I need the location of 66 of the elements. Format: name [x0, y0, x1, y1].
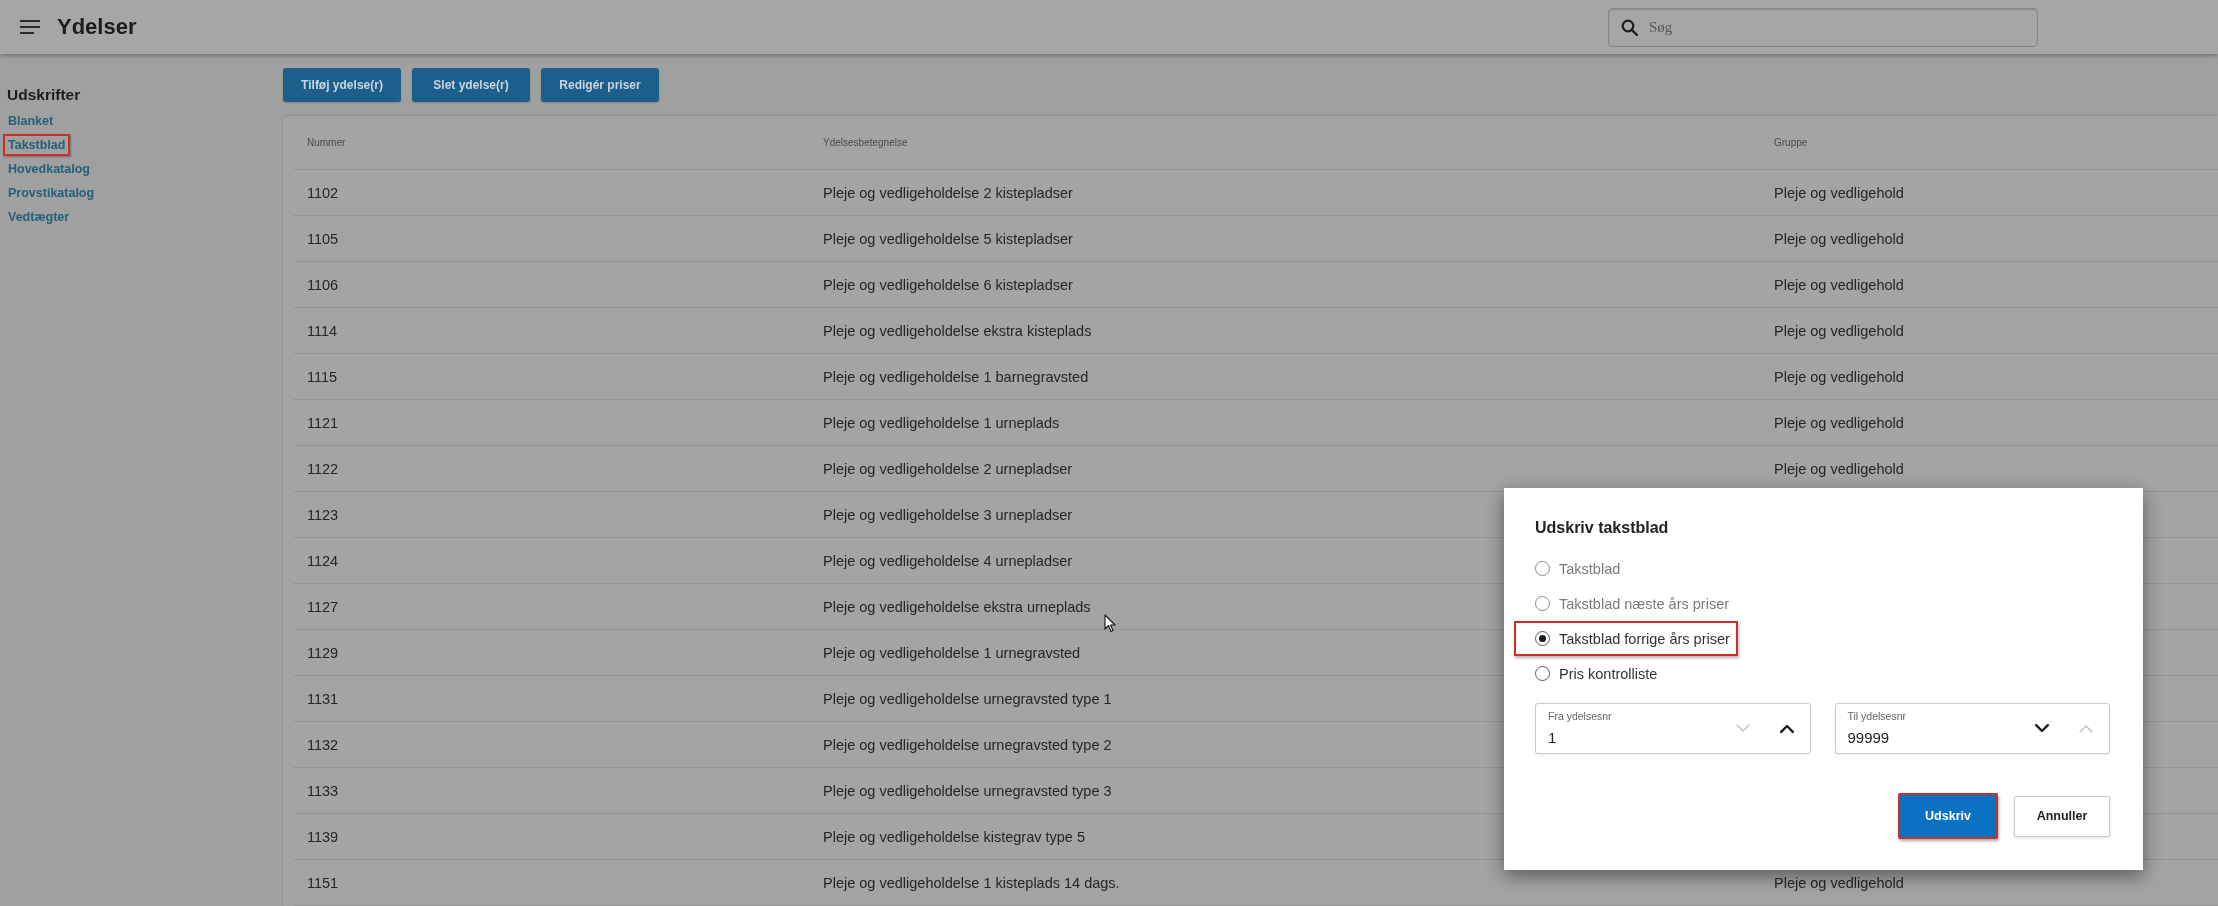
- table-cell: 1114: [307, 322, 338, 339]
- dialog-title: Udskriv takstblad: [1535, 518, 1669, 538]
- toolbar-button[interactable]: Redigér priser: [541, 68, 659, 102]
- radio-option[interactable]: Pris kontrolliste: [1514, 656, 1666, 691]
- table-cell: 1122: [307, 460, 339, 477]
- table-cell: Pleje og vedligeholdelse ekstra urneplads: [823, 598, 1091, 615]
- sidebar-link[interactable]: Hovedkatalog: [3, 158, 95, 180]
- table-cell: 1129: [307, 644, 339, 661]
- table-cell: Pleje og vedligeholdelse 4 urnepladser: [823, 552, 1073, 569]
- table-cell: 1121: [307, 414, 339, 431]
- table-cell: Pleje og vedligeholdelse 6 kistepladser: [823, 276, 1073, 293]
- sidebar-link[interactable]: Provstikatalog: [3, 182, 100, 204]
- table-cell: Pleje og vedligeholdelse 3 urnepladser: [823, 506, 1073, 523]
- toolbar-button[interactable]: Slet ydelse(r): [412, 68, 530, 102]
- table-cell: Pleje og vedligehold: [1774, 276, 1904, 293]
- table-cell: Pleje og vedligehold: [1774, 322, 1904, 339]
- table-cell: Pleje og vedligehold: [1774, 368, 1904, 385]
- table-cell: Pleje og vedligehold: [1774, 874, 1904, 891]
- table-cell: 1115: [307, 368, 338, 385]
- print-button[interactable]: Udskriv: [1898, 793, 1998, 839]
- radio-option[interactable]: Takstblad forrige års priser: [1514, 621, 1738, 656]
- table-cell: Pleje og vedligeholdelse kistegrav type 5: [823, 828, 1085, 845]
- table-cell: 1139: [307, 828, 339, 845]
- column-header: Nummer: [307, 137, 346, 148]
- cancel-button[interactable]: Annuller: [2014, 795, 2110, 837]
- mouse-pointer-icon: [1104, 614, 1116, 633]
- chevron-down-icon[interactable]: [2035, 724, 2049, 733]
- table-cell: Pleje og vedligeholdelse 5 kistepladser: [823, 230, 1073, 247]
- table-cell: 1133: [307, 782, 339, 799]
- search-icon: [1621, 18, 1638, 36]
- table-cell: 1124: [307, 552, 339, 569]
- table-cell: Pleje og vedligehold: [1774, 230, 1904, 247]
- sidebar-link[interactable]: Vedtægter: [3, 206, 75, 228]
- table-cell: 1123: [307, 506, 339, 523]
- table-cell: Pleje og vedligehold: [1774, 414, 1904, 431]
- table-cell: Pleje og vedligeholdelse urnegravsted type 1: [823, 690, 1112, 707]
- table-cell: Pleje og vedligeholdelse 1 barnegravsted: [823, 368, 1089, 385]
- field-label: Fra ydelsesnr: [1548, 710, 1612, 722]
- table-cell: Pleje og vedligeholdelse 2 urnepladser: [823, 460, 1073, 477]
- table-cell: 1105: [307, 230, 339, 247]
- menu-icon[interactable]: [20, 20, 40, 34]
- sidebar-heading: Udskrifter: [7, 86, 81, 104]
- sidebar-link[interactable]: Blanket: [3, 110, 59, 132]
- search-field[interactable]: Søg: [1608, 7, 2038, 47]
- page-title: Ydelser: [57, 14, 137, 40]
- sidebar-link[interactable]: Takstblad: [3, 134, 71, 156]
- table-cell: Pleje og vedligeholdelse ekstra kisteplads: [823, 322, 1092, 339]
- table-cell: Pleje og vedligeholdelse urnegravsted type 2: [823, 736, 1112, 753]
- table-cell: Pleje og vedligeholdelse 1 urneplads: [823, 414, 1060, 431]
- column-header: Gruppe: [1774, 137, 1808, 148]
- table-cell: 1132: [307, 736, 339, 753]
- table-cell: Pleje og vedligeholdelse urnegravsted type 3: [823, 782, 1112, 799]
- table-cell: Pleje og vedligeholdelse 1 kisteplads 14 dags.: [823, 874, 1120, 891]
- table-cell: Pleje og vedligeholdelse 1 urnegravsted: [823, 644, 1081, 661]
- table-cell: Pleje og vedligehold: [1774, 460, 1904, 477]
- field-label: Til ydelsesnr: [1847, 710, 1907, 722]
- column-header: Ydelsesbetegnelse: [823, 137, 908, 148]
- table-cell: Pleje og vedligehold: [1774, 184, 1904, 201]
- table-cell: 1102: [307, 184, 339, 201]
- table-cell: 1106: [307, 276, 339, 293]
- table-cell: 1131: [307, 690, 339, 707]
- table-cell: 1151: [307, 874, 339, 891]
- table-cell: 1127: [307, 598, 339, 615]
- chevron-up-icon[interactable]: [1779, 724, 1794, 733]
- toolbar-button[interactable]: Tilføj ydelse(r): [283, 68, 401, 102]
- table-cell: Pleje og vedligeholdelse 2 kistepladser: [823, 184, 1073, 201]
